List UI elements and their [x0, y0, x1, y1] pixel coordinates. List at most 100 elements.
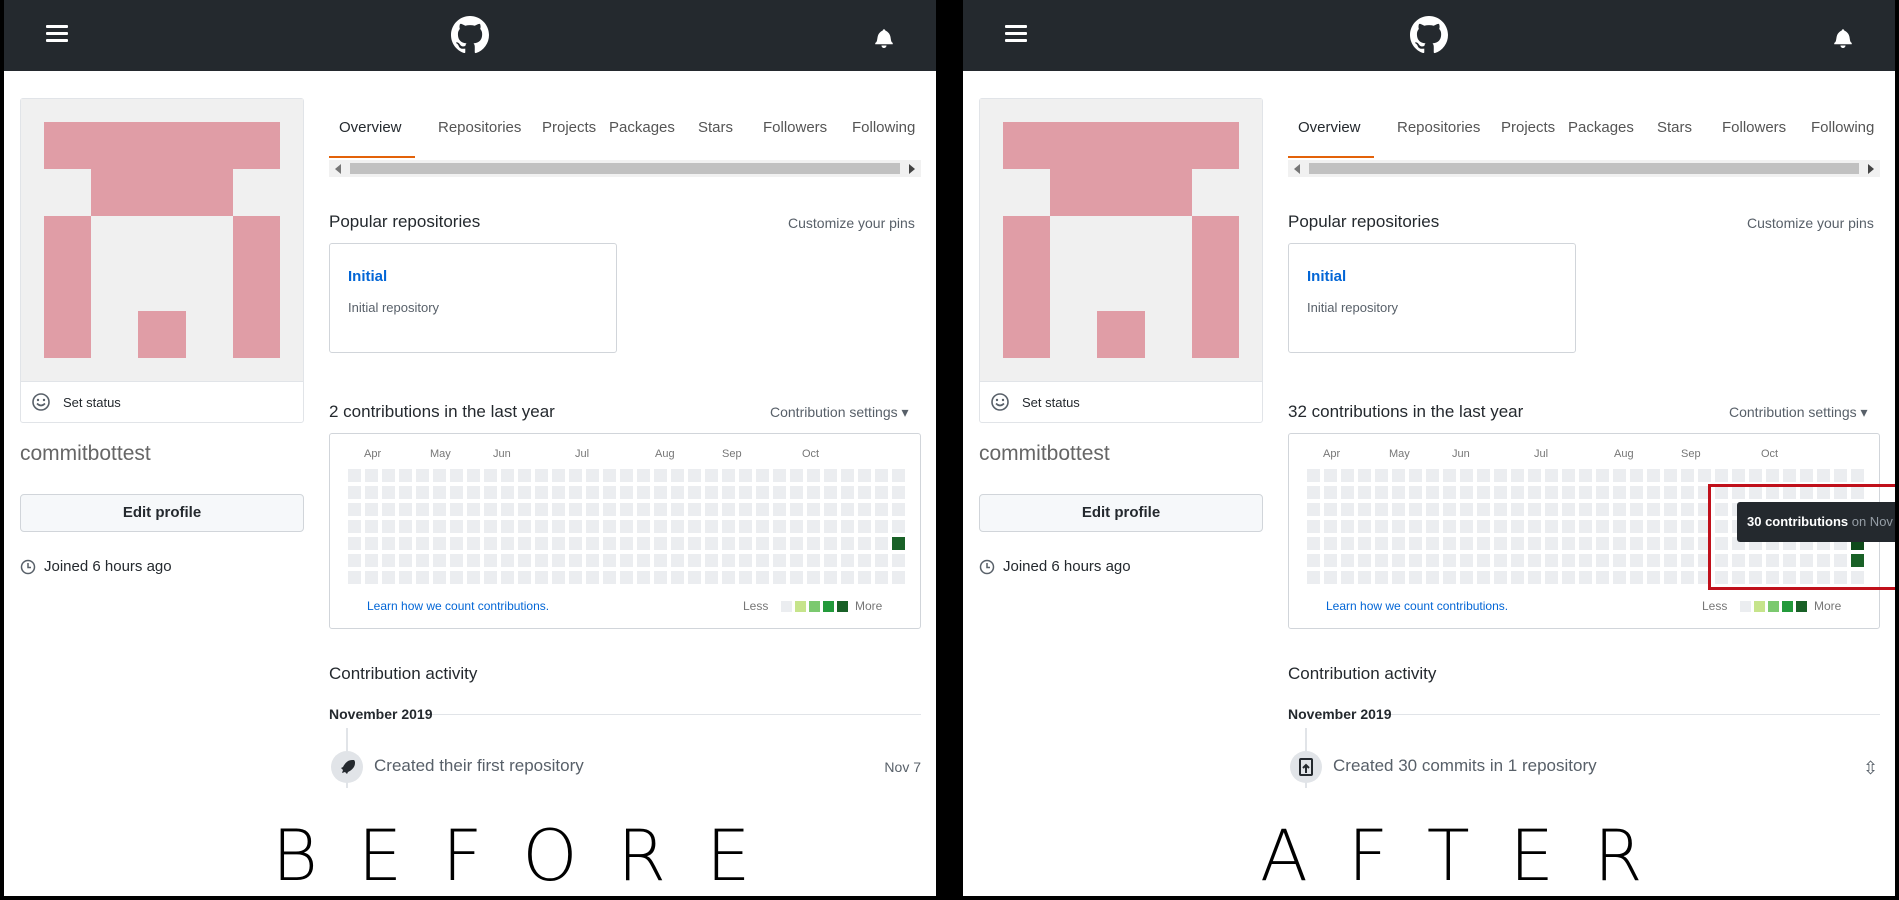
contribution-day-cell[interactable]: [518, 469, 531, 482]
contribution-day-cell[interactable]: [569, 537, 582, 550]
contribution-day-cell[interactable]: [722, 571, 735, 584]
contribution-day-cell[interactable]: [1392, 486, 1405, 499]
contribution-day-cell[interactable]: [1766, 469, 1779, 482]
contribution-day-cell[interactable]: [1664, 486, 1677, 499]
edit-profile-button[interactable]: Edit profile: [20, 494, 304, 532]
contribution-day-cell[interactable]: [467, 520, 480, 533]
contribution-day-cell[interactable]: [807, 469, 820, 482]
contribution-day-cell[interactable]: [1460, 469, 1473, 482]
contribution-day-cell[interactable]: [1307, 571, 1320, 584]
contribution-day-cell[interactable]: [535, 486, 548, 499]
contribution-day-cell[interactable]: [1307, 537, 1320, 550]
contribution-day-cell[interactable]: [1528, 520, 1541, 533]
contribution-day-cell[interactable]: [1528, 571, 1541, 584]
contribution-day-cell[interactable]: [620, 554, 633, 567]
contribution-day-cell[interactable]: [382, 469, 395, 482]
contribution-day-cell[interactable]: [1681, 554, 1694, 567]
contribution-day-cell[interactable]: [654, 520, 667, 533]
contribution-day-cell[interactable]: [586, 554, 599, 567]
tab-projects[interactable]: Projects: [1501, 119, 1555, 136]
contribution-day-cell[interactable]: [552, 486, 565, 499]
contribution-day-cell[interactable]: [569, 469, 582, 482]
contribution-day-cell[interactable]: [1528, 503, 1541, 516]
contribution-day-cell[interactable]: [365, 554, 378, 567]
contribution-day-cell[interactable]: [569, 571, 582, 584]
contribution-day-cell[interactable]: [365, 520, 378, 533]
contribution-day-cell[interactable]: [841, 571, 854, 584]
tab-followers[interactable]: Followers: [763, 119, 827, 136]
contribution-day-cell[interactable]: [569, 486, 582, 499]
contribution-day-cell[interactable]: [1324, 469, 1337, 482]
contribution-day-cell[interactable]: [620, 537, 633, 550]
contribution-day-cell[interactable]: [603, 520, 616, 533]
contribution-day-cell[interactable]: [773, 537, 786, 550]
contribution-day-cell[interactable]: [756, 520, 769, 533]
contribution-day-cell[interactable]: [688, 503, 701, 516]
contribution-day-cell[interactable]: [824, 571, 837, 584]
contribution-day-cell[interactable]: [790, 537, 803, 550]
scroll-right-arrow-icon[interactable]: [1868, 164, 1874, 174]
set-status-button[interactable]: Set status: [980, 381, 1262, 423]
contribution-day-cell[interactable]: [1324, 486, 1337, 499]
contribution-day-cell[interactable]: [433, 520, 446, 533]
contribution-day-cell[interactable]: [1817, 469, 1830, 482]
contribution-day-cell[interactable]: [1477, 486, 1490, 499]
contribution-day-cell[interactable]: [433, 554, 446, 567]
contribution-day-cell[interactable]: [739, 486, 752, 499]
contribution-day-cell[interactable]: [348, 571, 361, 584]
contribution-day-cell[interactable]: [688, 486, 701, 499]
contribution-day-cell[interactable]: [1630, 486, 1643, 499]
contribution-day-cell[interactable]: [399, 537, 412, 550]
contribution-day-cell[interactable]: [807, 554, 820, 567]
contribution-day-cell[interactable]: [535, 554, 548, 567]
contribution-day-cell[interactable]: [1783, 469, 1796, 482]
contribution-day-cell[interactable]: [739, 520, 752, 533]
contribution-day-cell[interactable]: [569, 520, 582, 533]
contribution-day-cell[interactable]: [892, 520, 905, 533]
contribution-day-cell[interactable]: [892, 469, 905, 482]
contribution-day-cell[interactable]: [484, 486, 497, 499]
contribution-day-cell[interactable]: [450, 469, 463, 482]
contribution-day-cell[interactable]: [1460, 520, 1473, 533]
contribution-day-cell[interactable]: [722, 520, 735, 533]
contribution-day-cell[interactable]: [518, 571, 531, 584]
contribution-day-cell[interactable]: [1477, 469, 1490, 482]
contribution-day-cell[interactable]: [1613, 537, 1626, 550]
contribution-day-cell[interactable]: [382, 571, 395, 584]
contribution-day-cell[interactable]: [1579, 537, 1592, 550]
contribution-day-cell[interactable]: [841, 469, 854, 482]
contribution-day-cell[interactable]: [1375, 537, 1388, 550]
contribution-day-cell[interactable]: [484, 537, 497, 550]
contribution-day-cell[interactable]: [773, 469, 786, 482]
contribution-day-cell[interactable]: [1664, 503, 1677, 516]
contribution-day-cell[interactable]: [1664, 554, 1677, 567]
contribution-day-cell[interactable]: [416, 503, 429, 516]
contribution-day-cell[interactable]: [1664, 520, 1677, 533]
contribution-day-cell[interactable]: [1341, 503, 1354, 516]
contribution-day-cell[interactable]: [722, 554, 735, 567]
contribution-day-cell[interactable]: [1409, 503, 1422, 516]
contribution-day-cell[interactable]: [637, 469, 650, 482]
contribution-day-cell[interactable]: [365, 486, 378, 499]
contribution-day-cell[interactable]: [756, 469, 769, 482]
contribution-day-cell[interactable]: [1664, 571, 1677, 584]
contribution-day-cell[interactable]: [688, 520, 701, 533]
contribution-day-cell[interactable]: [637, 486, 650, 499]
contribution-day-cell[interactable]: [1664, 469, 1677, 482]
contribution-day-cell[interactable]: [1307, 486, 1320, 499]
contribution-day-cell[interactable]: [484, 520, 497, 533]
contribution-day-cell[interactable]: [1494, 554, 1507, 567]
contribution-day-cell[interactable]: [671, 571, 684, 584]
contribution-day-cell[interactable]: [654, 503, 667, 516]
tab-packages[interactable]: Packages: [1568, 119, 1634, 136]
contribution-day-cell[interactable]: [1324, 571, 1337, 584]
contribution-day-cell[interactable]: [705, 554, 718, 567]
contribution-day-cell[interactable]: [1562, 486, 1575, 499]
contribution-day-cell[interactable]: [637, 537, 650, 550]
contribution-day-cell[interactable]: [807, 520, 820, 533]
contribution-day-cell[interactable]: [467, 571, 480, 584]
contribution-day-cell[interactable]: [1647, 554, 1660, 567]
contribution-day-cell[interactable]: [1375, 554, 1388, 567]
tab-followers[interactable]: Followers: [1722, 119, 1786, 136]
scroll-left-arrow-icon[interactable]: [335, 164, 341, 174]
